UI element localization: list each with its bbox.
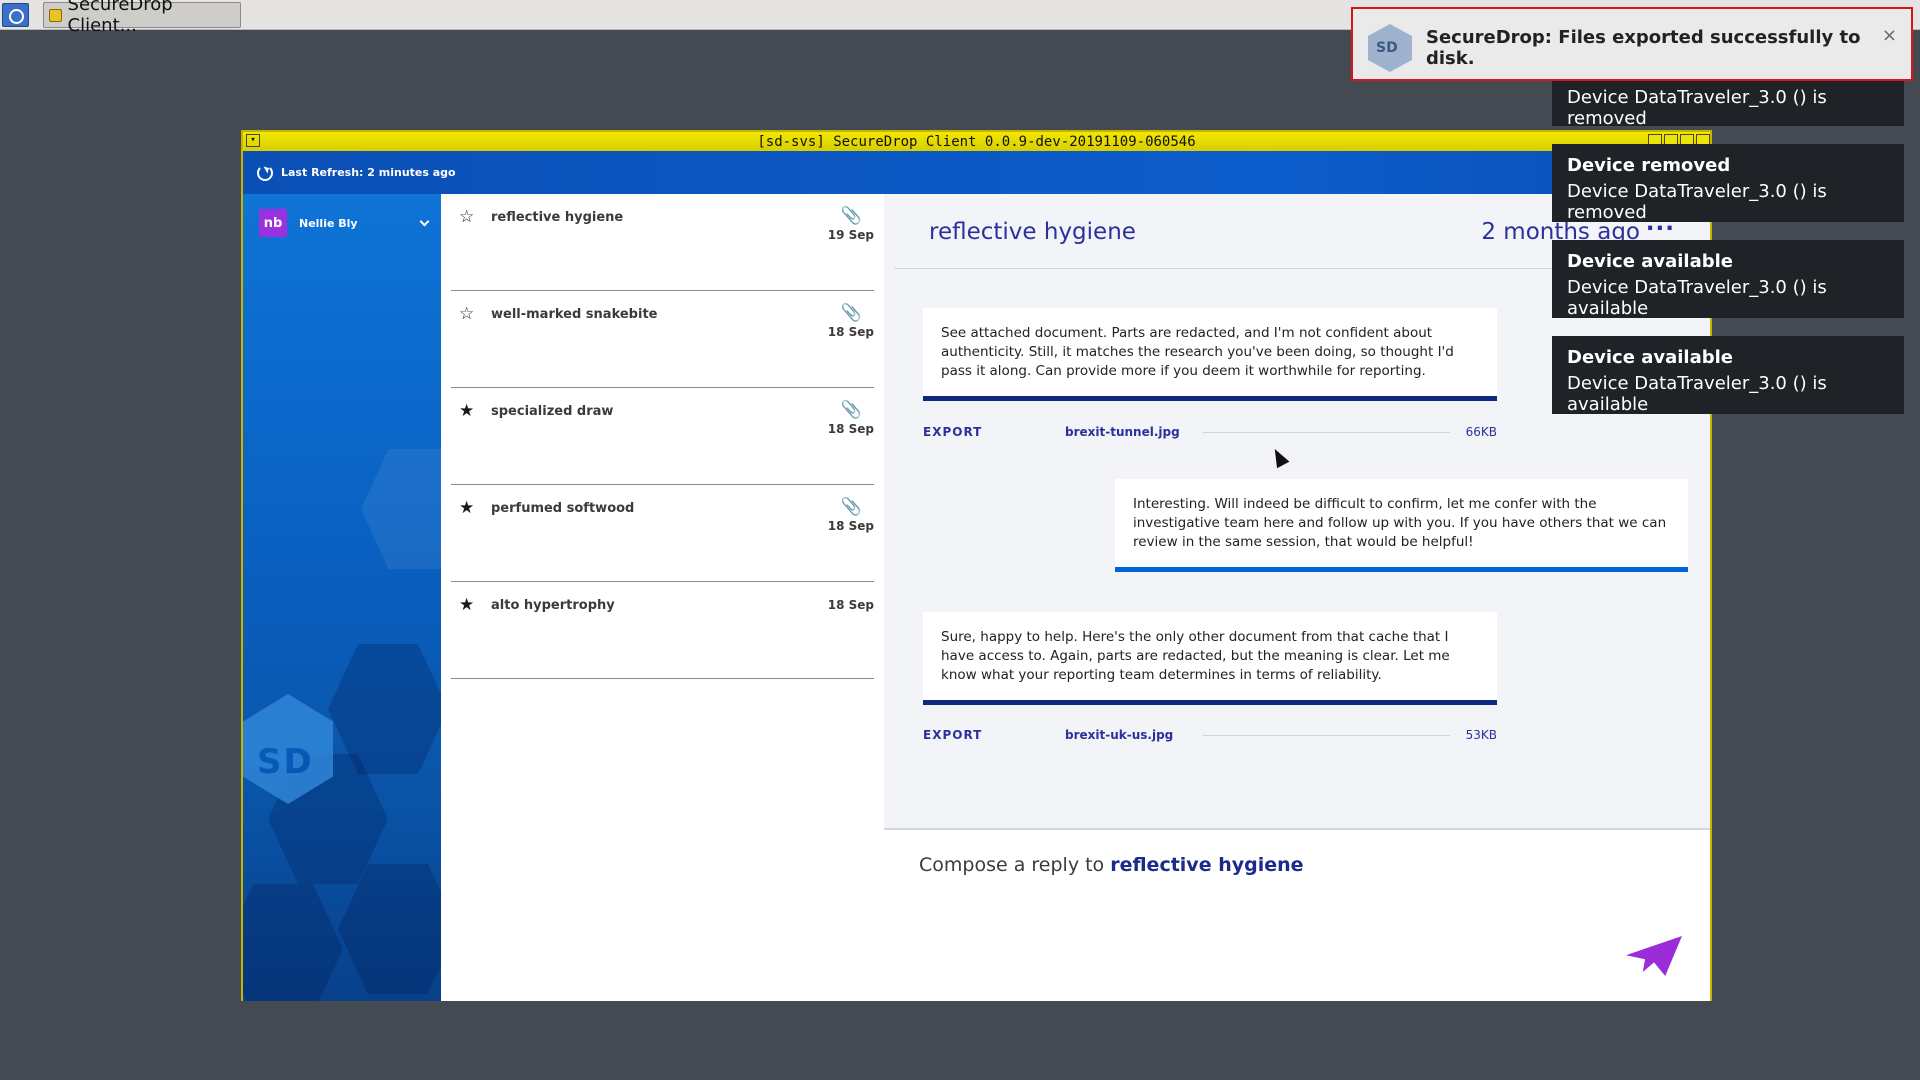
conversation-title: reflective hygiene bbox=[929, 219, 1136, 245]
divider bbox=[1203, 431, 1450, 433]
source-date: 18 Sep bbox=[827, 598, 874, 612]
securedrop-task-icon bbox=[49, 8, 62, 22]
source-date: 19 Sep bbox=[827, 228, 874, 242]
file-name[interactable]: brexit-uk-us.jpg bbox=[1065, 728, 1187, 742]
send-icon[interactable] bbox=[1626, 936, 1682, 976]
toast-title: Device available bbox=[1567, 251, 1733, 272]
export-notification[interactable]: SecureDrop: Files exported successfully … bbox=[1351, 7, 1913, 81]
source-item[interactable]: ★ specialized draw 📎 18 Sep bbox=[451, 388, 874, 485]
source-name: specialized draw bbox=[491, 404, 614, 419]
source-date: 18 Sep bbox=[827, 519, 874, 533]
left-pane: nb Nellie Bly bbox=[243, 194, 441, 1001]
taskbar-window-label: SecureDrop Client... bbox=[67, 0, 173, 36]
user-name: Nellie Bly bbox=[299, 216, 358, 230]
device-toast[interactable]: Device DataTraveler_3.0 () is removed bbox=[1552, 81, 1904, 129]
compose-placeholder[interactable]: Compose a reply to reflective hygiene bbox=[919, 854, 1304, 876]
reply-message: Interesting. Will indeed be difficult to… bbox=[1115, 479, 1688, 572]
source-date: 18 Sep bbox=[827, 422, 874, 436]
last-refresh-label: Last Refresh: 2 minutes ago bbox=[281, 166, 456, 179]
securedrop-notification-icon bbox=[1368, 24, 1412, 72]
taskbar-window-button[interactable]: SecureDrop Client... bbox=[43, 0, 241, 36]
device-toast[interactable]: Device available Device DataTraveler_3.0… bbox=[1552, 240, 1904, 319]
device-toast[interactable]: Device removed Device DataTraveler_3.0 (… bbox=[1552, 144, 1904, 223]
source-list: ☆ reflective hygiene 📎 19 Sep ☆ well-mar… bbox=[441, 194, 884, 1001]
toast-body: Device DataTraveler_3.0 () is available bbox=[1567, 373, 1827, 415]
source-item[interactable]: ☆ reflective hygiene 📎 19 Sep bbox=[451, 194, 874, 291]
source-name: well-marked snakebite bbox=[491, 307, 658, 322]
export-button[interactable]: EXPORT bbox=[923, 728, 1065, 742]
reply-compose-box[interactable]: Compose a reply to reflective hygiene bbox=[884, 828, 1710, 1001]
star-outline-icon[interactable]: ☆ bbox=[459, 209, 474, 226]
file-size: 66KB bbox=[1465, 425, 1497, 439]
window-menu-icon[interactable]: ▾ bbox=[246, 134, 260, 147]
paperclip-icon: 📎 bbox=[840, 303, 862, 323]
securedrop-window: ▾ [sd-svs] SecureDrop Client 0.0.9-dev-2… bbox=[241, 130, 1712, 1001]
source-message: Sure, happy to help. Here's the only oth… bbox=[923, 612, 1497, 705]
hexagon-decoration bbox=[243, 884, 343, 1001]
divider bbox=[1203, 734, 1450, 736]
source-message: See attached document. Parts are redacte… bbox=[923, 308, 1497, 401]
close-icon[interactable]: × bbox=[1882, 25, 1897, 46]
paperclip-icon: 📎 bbox=[840, 497, 862, 517]
source-item[interactable]: ☆ well-marked snakebite 📎 18 Sep bbox=[451, 291, 874, 388]
toast-body: Device DataTraveler_3.0 () is removed bbox=[1567, 181, 1827, 223]
window-titlebar[interactable]: ▾ [sd-svs] SecureDrop Client 0.0.9-dev-2… bbox=[243, 132, 1710, 151]
chevron-down-icon[interactable] bbox=[419, 216, 430, 227]
toast-body: Device DataTraveler_3.0 () is removed bbox=[1567, 87, 1827, 129]
star-filled-icon[interactable]: ★ bbox=[459, 597, 474, 614]
toast-body: Device DataTraveler_3.0 () is available bbox=[1567, 277, 1827, 319]
star-filled-icon[interactable]: ★ bbox=[459, 403, 474, 420]
toast-title: Device available bbox=[1567, 347, 1733, 368]
compose-prefix: Compose a reply to bbox=[919, 854, 1111, 876]
file-size: 53KB bbox=[1465, 728, 1497, 742]
compose-source-name: reflective hygiene bbox=[1110, 854, 1304, 876]
export-button[interactable]: EXPORT bbox=[923, 425, 1065, 439]
device-toast[interactable]: Device available Device DataTraveler_3.0… bbox=[1552, 336, 1904, 415]
window-title: [sd-svs] SecureDrop Client 0.0.9-dev-201… bbox=[757, 133, 1196, 150]
source-date: 18 Sep bbox=[827, 325, 874, 339]
avatar: nb bbox=[259, 209, 287, 237]
source-name: reflective hygiene bbox=[491, 210, 624, 225]
top-bar: Last Refresh: 2 minutes ago bbox=[243, 151, 1710, 194]
source-name: perfumed softwood bbox=[491, 501, 635, 516]
app-menu-icon[interactable] bbox=[2, 3, 29, 27]
star-outline-icon[interactable]: ☆ bbox=[459, 306, 474, 323]
user-menu[interactable]: nb Nellie Bly bbox=[259, 209, 436, 237]
file-attachment: EXPORT brexit-tunnel.jpg 66KB bbox=[923, 422, 1497, 442]
file-attachment: EXPORT brexit-uk-us.jpg 53KB bbox=[923, 725, 1497, 745]
source-item[interactable]: ★ perfumed softwood 📎 18 Sep bbox=[451, 485, 874, 582]
toast-title: Device removed bbox=[1567, 155, 1731, 176]
paperclip-icon: 📎 bbox=[840, 206, 862, 226]
source-item[interactable]: ★ alto hypertrophy 18 Sep bbox=[451, 582, 874, 679]
source-name: alto hypertrophy bbox=[491, 598, 615, 613]
refresh-icon[interactable] bbox=[257, 164, 273, 181]
notification-text: SecureDrop: Files exported successfully … bbox=[1426, 27, 1861, 69]
hexagon-decoration bbox=[361, 449, 441, 569]
paperclip-icon: 📎 bbox=[840, 400, 862, 420]
file-name[interactable]: brexit-tunnel.jpg bbox=[1065, 425, 1187, 439]
star-filled-icon[interactable]: ★ bbox=[459, 500, 474, 517]
